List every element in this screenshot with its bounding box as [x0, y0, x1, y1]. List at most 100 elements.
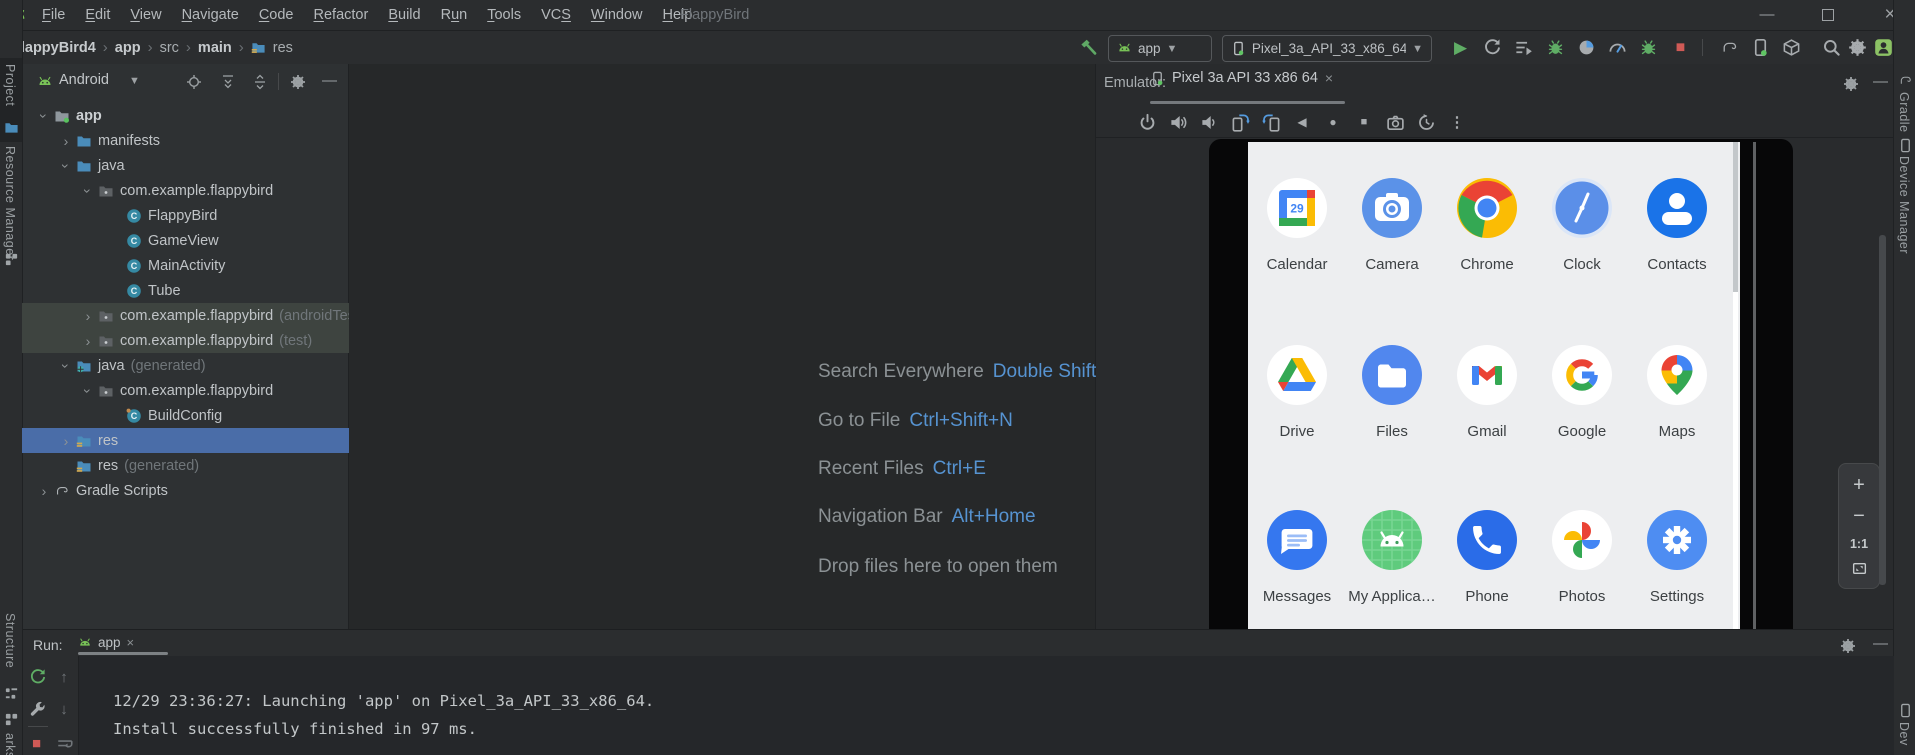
- menu-run[interactable]: Run: [431, 0, 478, 30]
- panel-scrollbar[interactable]: [1879, 235, 1886, 585]
- tree-row-gradle-scripts[interactable]: ›Gradle Scripts: [22, 478, 360, 503]
- zoom-out-button[interactable]: −: [1839, 505, 1879, 528]
- gradle-elephant-icon[interactable]: [1898, 73, 1913, 88]
- device-manager-phone-icon[interactable]: [1898, 138, 1913, 153]
- menu-view[interactable]: View: [120, 0, 171, 30]
- down-icon[interactable]: ↓: [55, 701, 73, 718]
- tree-collapse-arrow[interactable]: ›: [58, 156, 74, 176]
- overview-icon[interactable]: ■: [1354, 116, 1374, 128]
- zoom-reset-button[interactable]: 1:1: [1839, 537, 1879, 551]
- menu-tools[interactable]: Tools: [477, 0, 531, 30]
- app-google[interactable]: Google: [1533, 343, 1631, 440]
- tree-row-com-example-flappybird[interactable]: ›com.example.flappybird: [22, 178, 404, 203]
- run-tab[interactable]: app ×: [78, 635, 134, 650]
- bookmarks-icon[interactable]: [4, 712, 19, 727]
- stop-icon[interactable]: ■: [1671, 38, 1690, 57]
- rotate-right-icon[interactable]: [1261, 113, 1281, 132]
- tree-collapse-arrow[interactable]: ›: [58, 356, 74, 376]
- run-console[interactable]: 12/29 23:36:27: Launching 'app' on Pixel…: [78, 656, 1894, 755]
- breadcrumb-res[interactable]: res: [273, 40, 293, 56]
- tree-row-com-example-flappybird[interactable]: ›com.example.flappybird: [22, 378, 404, 403]
- screenshot-icon[interactable]: [1385, 113, 1405, 132]
- hammer-icon[interactable]: [1079, 38, 1098, 57]
- avd-manager-icon[interactable]: [1782, 38, 1801, 57]
- device-manager-icon[interactable]: [1751, 38, 1770, 57]
- menu-window[interactable]: Window: [581, 0, 653, 30]
- resource-manager-icon[interactable]: [4, 252, 19, 267]
- tree-row-java[interactable]: ›java(generated): [22, 353, 382, 378]
- snapshots-icon[interactable]: [1416, 113, 1436, 132]
- app-photos[interactable]: Photos: [1533, 508, 1631, 605]
- phone-screen[interactable]: 29CalendarCameraChromeClockContacts Drive…: [1248, 142, 1740, 629]
- maximize-icon[interactable]: [1811, 0, 1845, 30]
- zoom-in-button[interactable]: +: [1839, 474, 1879, 497]
- app-settings[interactable]: Settings: [1628, 508, 1726, 605]
- tree-collapse-arrow[interactable]: ›: [36, 106, 52, 126]
- breadcrumb-src[interactable]: src: [160, 40, 179, 56]
- app-drive[interactable]: Drive: [1248, 343, 1346, 440]
- sidebar-item-device-manager[interactable]: Device Manager: [1897, 156, 1911, 254]
- app-my-applica-[interactable]: My Applica…: [1343, 508, 1441, 605]
- minimize-icon[interactable]: —: [1750, 0, 1784, 30]
- menu-file[interactable]: File: [32, 0, 75, 30]
- soft-wrap-icon[interactable]: [56, 736, 74, 754]
- run-icon[interactable]: ▶: [1451, 38, 1470, 57]
- app-contacts[interactable]: Contacts: [1628, 176, 1726, 273]
- sidebar-item-structure[interactable]: Structure: [3, 613, 17, 668]
- breadcrumb-project[interactable]: FlappyBird4: [12, 40, 96, 56]
- tree-row-com-example-flappybird[interactable]: ›com.example.flappybird(androidTest): [22, 303, 404, 328]
- wrench-icon[interactable]: [29, 700, 47, 718]
- sidebar-item-project[interactable]: Project: [3, 64, 17, 106]
- gear-icon[interactable]: [1839, 637, 1857, 655]
- run-config-selector[interactable]: app ▼: [1108, 35, 1212, 62]
- scrollbar-thumb[interactable]: [1733, 142, 1738, 292]
- up-icon[interactable]: ↑: [55, 669, 73, 686]
- app-gmail[interactable]: Gmail: [1438, 343, 1536, 440]
- app-chrome[interactable]: Chrome: [1438, 176, 1536, 273]
- hide-icon[interactable]: —: [1873, 635, 1888, 652]
- sidebar-item-gradle[interactable]: Gradle: [1897, 92, 1911, 133]
- tree-expand-arrow[interactable]: ›: [78, 308, 98, 324]
- app-clock[interactable]: Clock: [1533, 176, 1631, 273]
- menu-build[interactable]: Build: [378, 0, 430, 30]
- tree-expand-arrow[interactable]: ›: [56, 433, 76, 449]
- breadcrumb-main[interactable]: main: [198, 40, 232, 56]
- rotate-left-icon[interactable]: [1230, 113, 1250, 132]
- apply-changes-icon[interactable]: [1514, 38, 1533, 57]
- tree-expand-arrow[interactable]: ›: [78, 333, 98, 349]
- tree-expand-arrow[interactable]: ›: [34, 483, 54, 499]
- tree-row-com-example-flappybird[interactable]: ›com.example.flappybird(test): [22, 328, 404, 353]
- tree-collapse-arrow[interactable]: ›: [80, 381, 96, 401]
- device-explorer-icon[interactable]: [1898, 703, 1913, 718]
- sync-gradle-icon[interactable]: [1720, 38, 1739, 57]
- tree-expand-arrow[interactable]: ›: [56, 133, 76, 149]
- rerun-icon[interactable]: [29, 668, 47, 686]
- emulator-tab[interactable]: Pixel 3a API 33 x86 64 ×: [1150, 70, 1333, 86]
- app-calendar[interactable]: 29Calendar: [1248, 176, 1346, 273]
- close-icon[interactable]: ×: [127, 635, 135, 650]
- app-drawer-scrollbar[interactable]: [1733, 142, 1738, 629]
- sidebar-item-resource-manager[interactable]: Resource Manager: [3, 146, 17, 260]
- settings-icon[interactable]: [1848, 38, 1867, 57]
- power-icon[interactable]: [1137, 113, 1157, 132]
- attach-debugger-icon[interactable]: [1639, 38, 1658, 57]
- app-maps[interactable]: Maps: [1628, 343, 1726, 440]
- tree-row-java[interactable]: ›java: [22, 153, 382, 178]
- more-icon[interactable]: ⋮: [1447, 113, 1467, 131]
- device-selector[interactable]: Pixel_3a_API_33_x86_64 ▼: [1222, 35, 1432, 62]
- tree-row-res[interactable]: ›res(generated): [22, 453, 382, 478]
- stop-icon[interactable]: ■: [32, 735, 41, 752]
- close-icon[interactable]: ×: [1325, 70, 1333, 86]
- search-icon[interactable]: [1822, 38, 1841, 57]
- app-phone[interactable]: Phone: [1438, 508, 1536, 605]
- project-folder-icon[interactable]: [4, 120, 19, 135]
- app-messages[interactable]: Messages: [1248, 508, 1346, 605]
- avatar-icon[interactable]: [1874, 38, 1893, 57]
- home-icon[interactable]: ●: [1323, 115, 1343, 129]
- sidebar-item-device-explorer[interactable]: Dev: [1897, 722, 1911, 746]
- app-camera[interactable]: Camera: [1343, 176, 1441, 273]
- fit-screen-icon[interactable]: [1839, 560, 1879, 582]
- back-icon[interactable]: ◀: [1292, 115, 1312, 129]
- volume-down-icon[interactable]: [1199, 113, 1219, 132]
- hide-icon[interactable]: —: [1873, 73, 1888, 90]
